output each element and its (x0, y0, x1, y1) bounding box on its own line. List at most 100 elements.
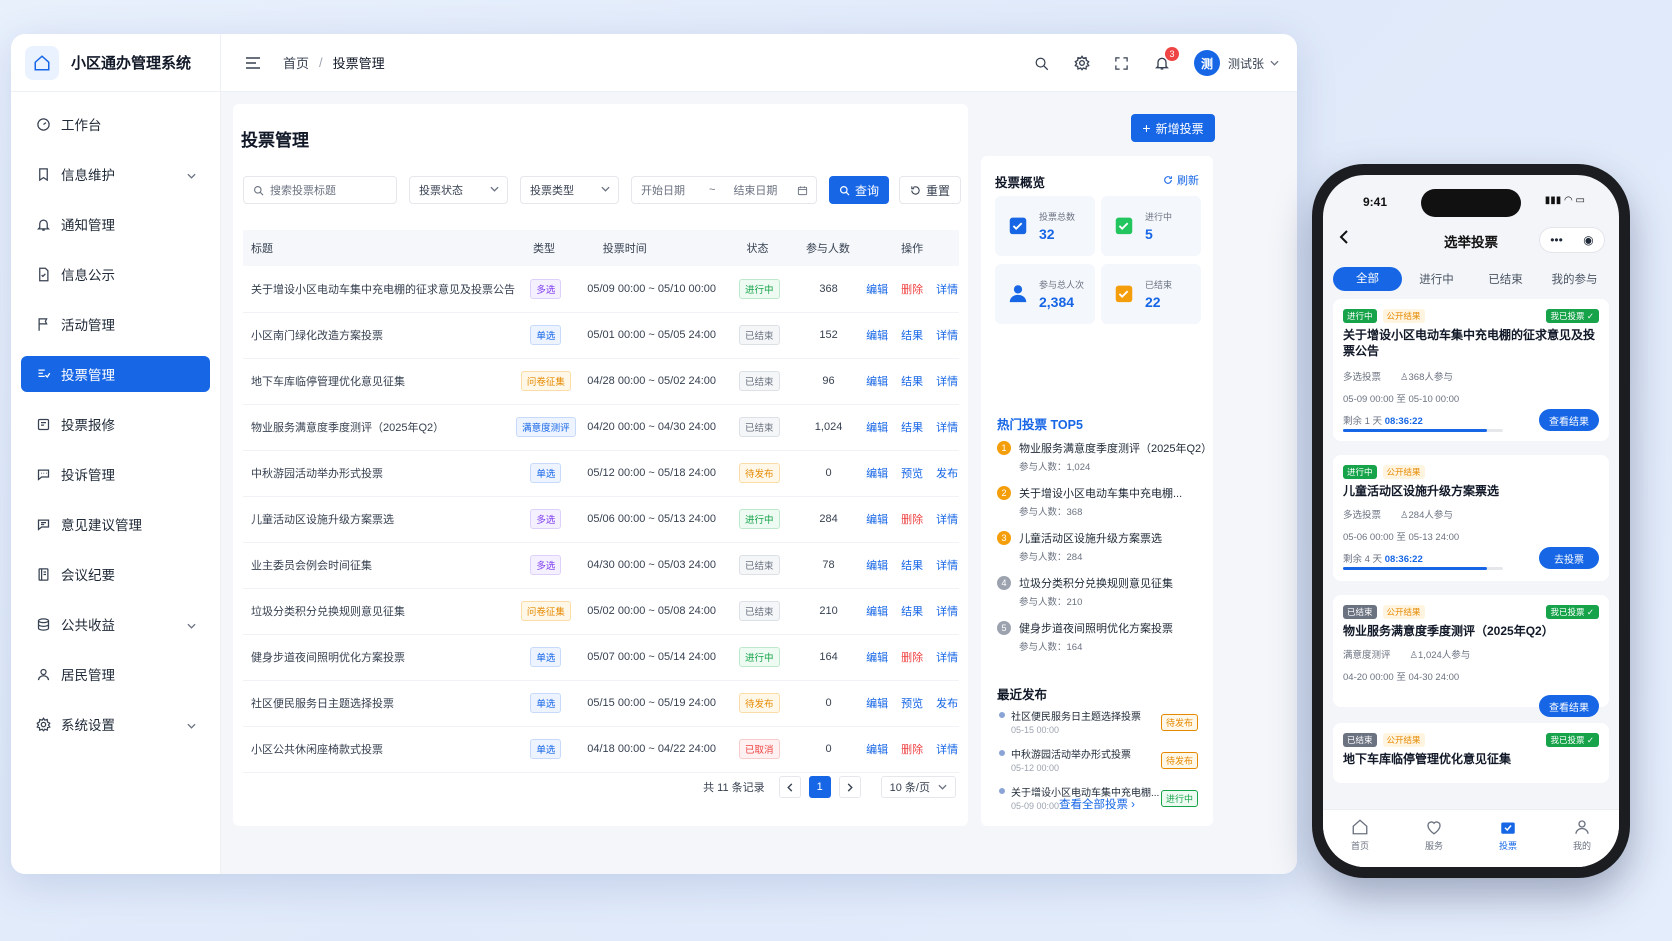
row-action-3[interactable]: 详情 (936, 744, 958, 756)
vote-card[interactable]: 已结束 公开结果 我已投票 ✓ 物业服务满意度季度测评（2025年Q2） 满意度测评 ♙… (1333, 595, 1609, 717)
row-action-1[interactable]: 编辑 (866, 744, 888, 756)
vote-title[interactable]: 垃圾分类积分兑换规则意见征集 (243, 588, 515, 635)
row-action-3[interactable]: 详情 (936, 284, 958, 296)
sidebar-item-7[interactable]: 投票报修 (21, 406, 210, 442)
fullscreen-icon[interactable] (1112, 53, 1132, 73)
row-action-3[interactable]: 详情 (936, 422, 958, 434)
vote-card[interactable]: 进行中 公开结果 儿童活动区设施升级方案票选 多选投票 ♙284人参与 05-06 00… (1333, 455, 1609, 581)
table-row[interactable]: 中秋游园活动举办形式投票 单选 05/12 00:00 ~ 05/18 24:00 待… (243, 450, 959, 497)
phone-tab-2[interactable]: 进行中 (1402, 271, 1471, 287)
view-all-votes-link[interactable]: 查看全部投票 › (981, 796, 1213, 812)
phone-tab-3[interactable]: 已结束 (1471, 271, 1540, 287)
row-action-1[interactable]: 编辑 (866, 698, 888, 710)
vote-title[interactable]: 业主委员会例会时间征集 (243, 542, 515, 589)
vote-title[interactable]: 物业服务满意度季度测评（2025年Q2） (243, 404, 515, 451)
vote-title[interactable]: 小区南门绿化改造方案投票 (243, 312, 515, 359)
row-action-2[interactable]: 结果 (901, 422, 923, 434)
card-action-button[interactable]: 查看结果 (1539, 409, 1599, 431)
row-action-2[interactable]: 结果 (901, 606, 923, 618)
gear-icon[interactable] (1072, 53, 1092, 73)
user-menu[interactable]: 测 测试张 (1193, 50, 1279, 76)
row-action-3[interactable]: 发布 (936, 468, 958, 480)
sidebar-item-8[interactable]: 投诉管理 (21, 456, 210, 492)
vote-title[interactable]: 社区便民服务日主题选择投票 (243, 680, 515, 727)
brand[interactable]: 小区通办管理系统 (11, 34, 220, 92)
refresh-button[interactable]: 刷新 (1163, 172, 1199, 188)
mini-program-capsule[interactable]: ••• ◉ (1539, 227, 1605, 253)
vote-title[interactable]: 小区公共休闲座椅款式投票 (243, 726, 515, 773)
query-button[interactable]: 查询 (829, 176, 890, 204)
row-action-1[interactable]: 编辑 (866, 606, 888, 618)
row-action-3[interactable]: 详情 (936, 652, 958, 664)
row-action-2[interactable]: 删除 (901, 284, 923, 296)
row-action-1[interactable]: 编辑 (866, 330, 888, 342)
bottom-nav-vote[interactable]: 投票 (1471, 810, 1545, 867)
vote-card[interactable]: 进行中 公开结果 我已投票 ✓ 关于增设小区电动车集中充电棚的征求意见及投票公告 多选投… (1333, 299, 1609, 441)
sidebar-item-12[interactable]: 居民管理 (21, 656, 210, 692)
sidebar-item-10[interactable]: 会议纪要 (21, 556, 210, 592)
sidebar-item-13[interactable]: 系统设置 (21, 706, 210, 742)
menu-toggle-icon[interactable] (245, 56, 261, 70)
row-action-2[interactable]: 预览 (901, 468, 923, 480)
sidebar-item-3[interactable]: 通知管理 (21, 206, 210, 242)
row-action-2[interactable]: 删除 (901, 652, 923, 664)
phone-tab-1[interactable]: 全部 (1333, 267, 1402, 291)
phone-tab-4[interactable]: 我的参与 (1540, 271, 1609, 287)
row-action-2[interactable]: 预览 (901, 698, 923, 710)
close-target-icon[interactable]: ◉ (1583, 233, 1593, 247)
row-action-2[interactable]: 删除 (901, 514, 923, 526)
sidebar-item-2[interactable]: 信息维护 (21, 156, 210, 192)
row-action-2[interactable]: 结果 (901, 560, 923, 572)
table-row[interactable]: 小区公共休闲座椅款式投票 单选 04/18 00:00 ~ 04/22 24:00 已… (243, 726, 959, 773)
vote-title[interactable]: 中秋游园活动举办形式投票 (243, 450, 515, 497)
row-action-1[interactable]: 编辑 (866, 468, 888, 480)
table-row[interactable]: 垃圾分类积分兑换规则意见征集 问卷征集 05/02 00:00 ~ 05/08 24… (243, 588, 959, 635)
breadcrumb-home[interactable]: 首页 (283, 53, 309, 72)
more-dots-icon[interactable]: ••• (1550, 233, 1563, 247)
sidebar-item-1[interactable]: 工作台 (21, 106, 210, 142)
bottom-nav-mine[interactable]: 我的 (1545, 810, 1619, 867)
table-row[interactable]: 儿童活动区设施升级方案票选 多选 05/06 00:00 ~ 05/13 24:00… (243, 496, 959, 543)
row-action-1[interactable]: 编辑 (866, 652, 888, 664)
row-action-3[interactable]: 详情 (936, 330, 958, 342)
search-input[interactable]: 搜索投票标题 (243, 176, 397, 204)
row-action-2[interactable]: 删除 (901, 744, 923, 756)
sidebar-item-4[interactable]: 信息公示 (21, 256, 210, 292)
row-action-2[interactable]: 结果 (901, 376, 923, 388)
page-size-select[interactable]: 10 条/页 (880, 776, 956, 798)
row-action-3[interactable]: 详情 (936, 376, 958, 388)
row-action-3[interactable]: 发布 (936, 698, 958, 710)
next-page-button[interactable] (838, 776, 861, 798)
vote-title[interactable]: 地下车库临停管理优化意见征集 (243, 358, 515, 405)
add-vote-button[interactable]: + 新增投票 (1131, 114, 1215, 142)
reset-button[interactable]: 重置 (899, 176, 962, 204)
card-action-button[interactable]: 去投票 (1539, 547, 1599, 569)
card-action-button[interactable]: 查看结果 (1539, 695, 1599, 717)
table-row[interactable]: 地下车库临停管理优化意见征集 问卷征集 04/28 00:00 ~ 05/02 24… (243, 358, 959, 405)
date-range-picker[interactable]: 开始日期 ~ 结束日期 (631, 176, 817, 204)
table-row[interactable]: 物业服务满意度季度测评（2025年Q2） 满意度测评 04/20 00:00 ~ 0… (243, 404, 959, 451)
table-row[interactable]: 健身步道夜间照明优化方案投票 单选 05/07 00:00 ~ 05/14 24:0… (243, 634, 959, 681)
notification-bell-icon[interactable]: 3 (1152, 47, 1179, 73)
page-number-current[interactable]: 1 (808, 776, 831, 798)
sidebar-item-6[interactable]: 投票管理 (21, 356, 210, 392)
prev-page-button[interactable] (778, 776, 801, 798)
table-row[interactable]: 关于增设小区电动车集中充电棚的征求意见及投票公告 多选 05/09 00:00 ~ … (243, 266, 959, 313)
row-action-1[interactable]: 编辑 (866, 284, 888, 296)
row-action-3[interactable]: 详情 (936, 560, 958, 572)
vote-title[interactable]: 关于增设小区电动车集中充电棚的征求意见及投票公告 (243, 266, 515, 313)
table-row[interactable]: 小区南门绿化改造方案投票 单选 05/01 00:00 ~ 05/05 24:00 已… (243, 312, 959, 359)
row-action-2[interactable]: 结果 (901, 330, 923, 342)
row-action-1[interactable]: 编辑 (866, 376, 888, 388)
vote-title[interactable]: 健身步道夜间照明优化方案投票 (243, 634, 515, 681)
table-row[interactable]: 社区便民服务日主题选择投票 单选 05/15 00:00 ~ 05/19 24:00… (243, 680, 959, 727)
sidebar-item-9[interactable]: 意见建议管理 (21, 506, 210, 542)
row-action-1[interactable]: 编辑 (866, 514, 888, 526)
vote-title[interactable]: 儿童活动区设施升级方案票选 (243, 496, 515, 543)
sidebar-item-5[interactable]: 活动管理 (21, 306, 210, 342)
table-row[interactable]: 业主委员会例会时间征集 多选 04/30 00:00 ~ 05/03 24:00 已结… (243, 542, 959, 589)
sidebar-item-11[interactable]: 公共收益 (21, 606, 210, 642)
bottom-nav-home[interactable]: 首页 (1323, 810, 1397, 867)
row-action-1[interactable]: 编辑 (866, 422, 888, 434)
row-action-1[interactable]: 编辑 (866, 560, 888, 572)
